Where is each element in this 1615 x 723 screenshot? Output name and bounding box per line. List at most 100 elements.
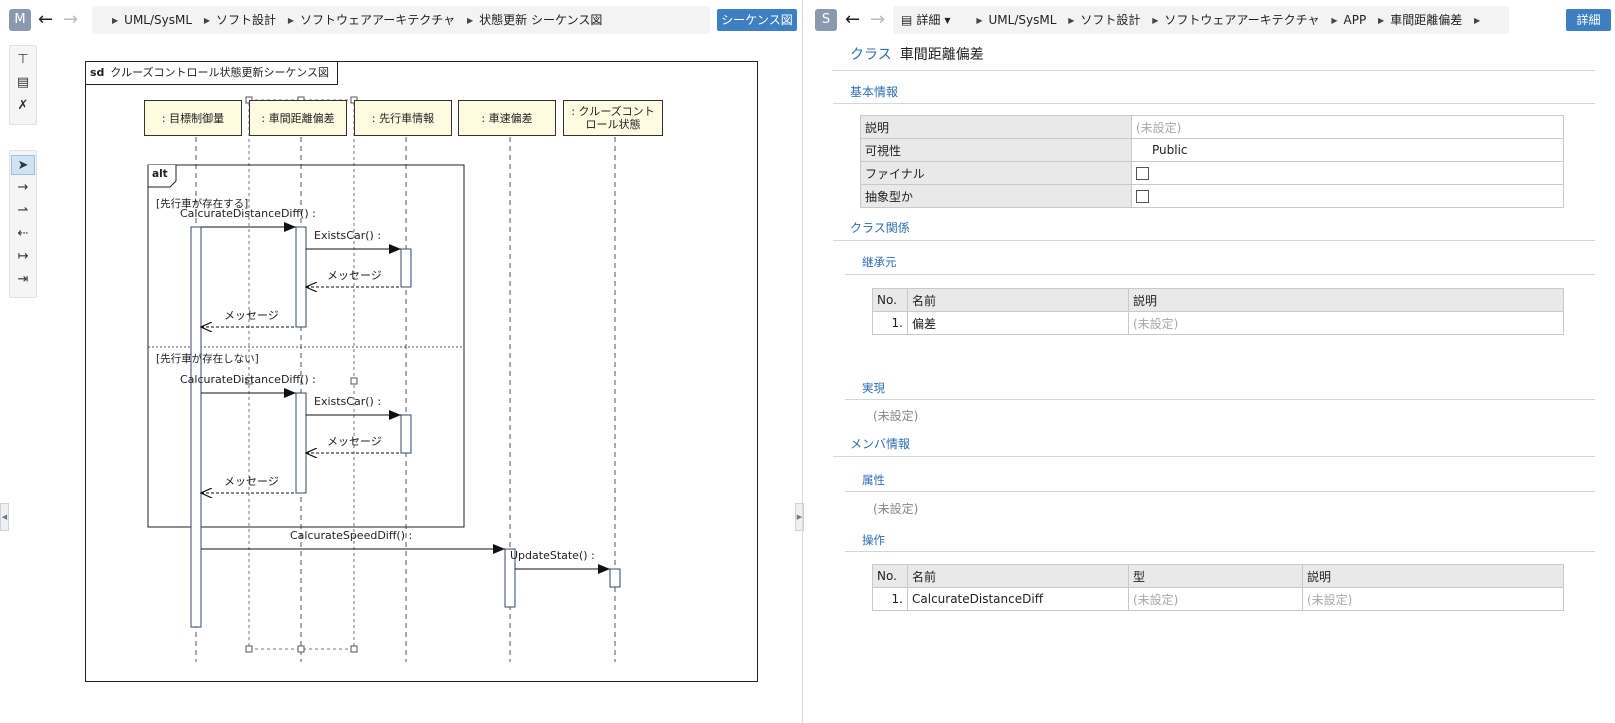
diagram-canvas bbox=[147, 96, 621, 662]
selection-handle[interactable] bbox=[297, 645, 305, 653]
column-header: 型 bbox=[1128, 564, 1303, 588]
view-mode-dropdown[interactable]: 詳細 bbox=[916, 6, 940, 34]
abstract-cell bbox=[1131, 184, 1564, 208]
sequence-diagram-pane: M ← → ▶ UML/SysML ▶ ソフト設計 ▶ ソフトウェアアーキテクチャ ▶… bbox=[0, 0, 804, 723]
forward-arrow-icon[interactable]: → bbox=[870, 9, 885, 31]
title-name: 車間距離偏差 bbox=[899, 47, 984, 63]
breadcrumb-separator-icon: ▶ bbox=[203, 16, 211, 25]
pane-avatar[interactable]: M bbox=[9, 9, 31, 31]
activation-bar[interactable] bbox=[190, 226, 202, 628]
lifeline-head[interactable]: : クルーズコントロール状態 bbox=[563, 100, 663, 136]
lifeline-head[interactable]: : 目標制御量 bbox=[144, 100, 242, 136]
breadcrumb-separator-icon: ▶ bbox=[1474, 16, 1481, 25]
row-description[interactable]: (未設定) bbox=[1302, 587, 1564, 611]
selection-handle[interactable] bbox=[245, 645, 253, 653]
column-header: No. bbox=[872, 288, 908, 312]
row-description[interactable]: (未設定) bbox=[1128, 311, 1564, 335]
final-cell bbox=[1131, 161, 1564, 185]
subsection-operations: 操作 bbox=[862, 533, 885, 547]
inheritance-table: No. 名前 説明 1. 偏差 (未設定) bbox=[872, 288, 1564, 335]
create-message-tool-icon[interactable]: ↦ bbox=[11, 247, 35, 267]
section-members: メンバ情報 bbox=[850, 437, 911, 451]
message-label: ExistsCar() : bbox=[314, 395, 382, 408]
section-basic-info: 基本情報 bbox=[850, 85, 899, 99]
property-key: 説明 bbox=[860, 115, 1132, 139]
chevron-down-icon[interactable]: ▼ bbox=[944, 16, 950, 25]
back-arrow-icon[interactable]: ← bbox=[845, 9, 860, 31]
reply-message-tool-icon[interactable]: ⇠ bbox=[11, 224, 35, 244]
breadcrumb-separator-icon: ▶ bbox=[112, 16, 119, 25]
row-number: 1. bbox=[872, 587, 908, 611]
destroy-tool-icon[interactable]: ✗ bbox=[11, 96, 35, 116]
divider bbox=[833, 70, 1595, 71]
breadcrumb: ▶ UML/SysML ▶ ソフト設計 ▶ ソフトウェアアーキテクチャ ▶ 状態更新 シ… bbox=[92, 6, 710, 34]
row-name[interactable]: CalcurateDistanceDiff bbox=[907, 587, 1129, 611]
message-label: メッセージ bbox=[327, 435, 382, 448]
back-arrow-icon[interactable]: ← bbox=[38, 9, 53, 31]
detail-view-icon[interactable]: ▤ bbox=[901, 6, 912, 34]
table-header-row: No. 名前 説明 bbox=[872, 288, 1564, 312]
breadcrumb-item[interactable]: ソフトウェアアーキテクチャ bbox=[1164, 6, 1319, 34]
breadcrumb-item[interactable]: ソフト設計 bbox=[216, 6, 276, 34]
attributes-value: (未設定) bbox=[873, 502, 919, 516]
fragment-tool-icon[interactable]: ▤ bbox=[11, 73, 35, 93]
breadcrumb-separator-icon: ▶ bbox=[1152, 16, 1159, 25]
activation-bar[interactable] bbox=[609, 568, 621, 588]
column-header: 説明 bbox=[1302, 564, 1564, 588]
breadcrumb: ▤ 詳細 ▼ ▶ UML/SysML ▶ ソフト設計 ▶ ソフトウェアアーキテクチャ ▶ A… bbox=[893, 6, 1509, 34]
breadcrumb-item[interactable]: 状態更新 シーケンス図 bbox=[479, 6, 602, 34]
forward-arrow-icon[interactable]: → bbox=[63, 9, 78, 31]
lifeline-head[interactable]: : 先行車情報 bbox=[354, 100, 452, 136]
lifeline-tool-icon[interactable]: ⊤ bbox=[11, 50, 35, 70]
message-label: メッセージ bbox=[327, 269, 382, 282]
sequence-diagram-frame: sd クルーズコントロール状態更新シーケンス図: 目標制御量: 車間距離偏差… bbox=[85, 61, 758, 682]
divider bbox=[845, 399, 1595, 400]
table-row: ファイナル bbox=[860, 161, 1564, 185]
selection-handle[interactable] bbox=[350, 645, 358, 653]
lifeline-head[interactable]: : 車速偏差 bbox=[458, 100, 556, 136]
subsection-inheritance: 継承元 bbox=[862, 255, 897, 269]
selection-handle[interactable] bbox=[350, 377, 358, 385]
breadcrumb-item[interactable]: 車間距離偏差 bbox=[1390, 6, 1462, 34]
visibility-value[interactable]: Public bbox=[1131, 138, 1564, 162]
message-label: CalcurateDistanceDiff() : bbox=[180, 373, 316, 386]
table-row: 説明 (未設定) bbox=[860, 115, 1564, 139]
class-detail-pane: S ← → ▤ 詳細 ▼ ▶ UML/SysML ▶ ソフト設計 ▶ ソフトウェアアーキテ… bbox=[803, 0, 1615, 723]
property-value[interactable]: (未設定) bbox=[1131, 115, 1564, 139]
title-kind: クラス bbox=[850, 47, 892, 63]
property-key: 可視性 bbox=[860, 138, 1132, 162]
row-name[interactable]: 偏差 bbox=[907, 311, 1129, 335]
table-row[interactable]: 1. CalcurateDistanceDiff (未設定) (未設定) bbox=[872, 587, 1564, 611]
activation-bar[interactable] bbox=[400, 248, 412, 288]
message-label: メッセージ bbox=[224, 309, 279, 322]
detail-button[interactable]: 詳細 bbox=[1566, 9, 1611, 31]
subsection-realization: 実現 bbox=[862, 381, 885, 395]
breadcrumb-separator-icon: ▶ bbox=[976, 16, 983, 25]
collapse-left-icon[interactable]: ◀ bbox=[0, 503, 9, 531]
breadcrumb-item[interactable]: UML/SysML bbox=[989, 6, 1057, 34]
abstract-checkbox[interactable] bbox=[1136, 190, 1149, 203]
pane-avatar[interactable]: S bbox=[815, 9, 837, 31]
column-header: No. bbox=[872, 564, 908, 588]
sync-message-tool-icon[interactable]: → bbox=[11, 178, 35, 198]
message-label: メッセージ bbox=[224, 475, 279, 488]
final-checkbox[interactable] bbox=[1136, 167, 1149, 180]
breadcrumb-item[interactable]: ソフト設計 bbox=[1080, 6, 1140, 34]
lifeline-head[interactable]: : 車間距離偏差 bbox=[249, 100, 347, 136]
breadcrumb-separator-icon: ▶ bbox=[1378, 16, 1385, 25]
select-tool-icon[interactable]: ➤ bbox=[11, 155, 35, 175]
activation-bar[interactable] bbox=[295, 226, 307, 328]
breadcrumb-item[interactable]: UML/SysML bbox=[124, 6, 192, 34]
view-mode-button[interactable]: シーケンス図 bbox=[717, 9, 797, 31]
activation-bar[interactable] bbox=[400, 414, 412, 454]
table-row[interactable]: 1. 偏差 (未設定) bbox=[872, 311, 1564, 335]
breadcrumb-separator-icon: ▶ bbox=[467, 16, 474, 25]
divider bbox=[845, 551, 1595, 552]
delete-message-tool-icon[interactable]: ⇥ bbox=[11, 270, 35, 290]
breadcrumb-item[interactable]: ソフトウェアアーキテクチャ bbox=[300, 6, 455, 34]
async-message-tool-icon[interactable]: ⇀ bbox=[11, 201, 35, 221]
breadcrumb-item[interactable]: APP bbox=[1344, 6, 1367, 34]
row-type[interactable]: (未設定) bbox=[1128, 587, 1303, 611]
activation-bar[interactable] bbox=[295, 392, 307, 494]
page-title: クラス 車間距離偏差 bbox=[850, 44, 984, 64]
